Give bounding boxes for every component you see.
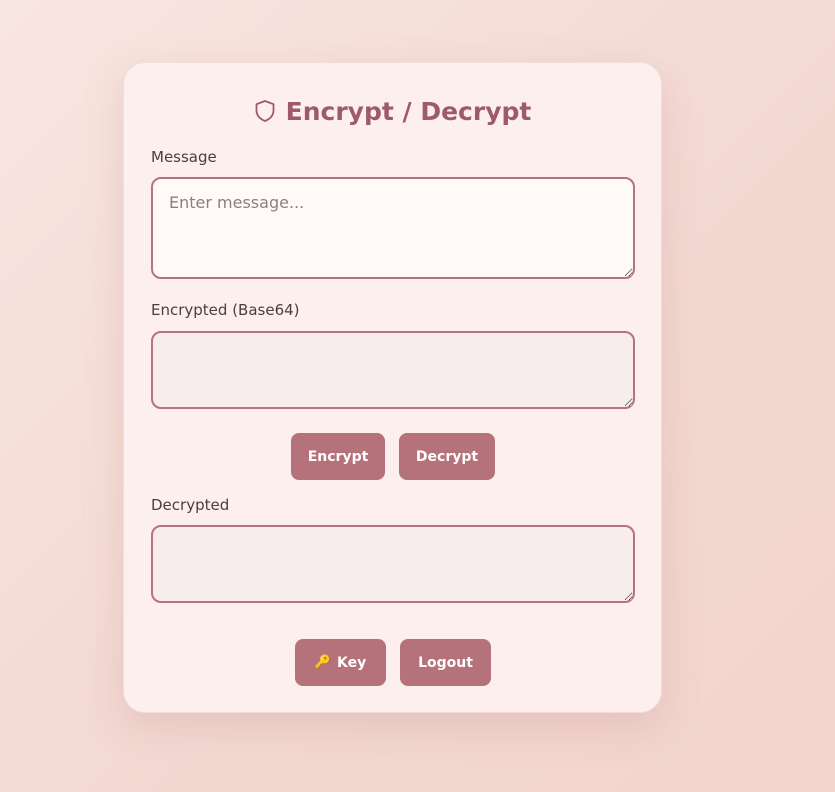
decrypt-button[interactable]: Decrypt bbox=[399, 433, 495, 480]
message-label: Message bbox=[151, 148, 217, 166]
logout-button[interactable]: Logout bbox=[400, 639, 491, 686]
page-title-text: Encrypt / Decrypt bbox=[285, 96, 532, 126]
key-icon: 🔑 bbox=[314, 655, 331, 670]
key-button[interactable]: 🔑 Key bbox=[295, 639, 386, 686]
encrypted-label: Encrypted (Base64) bbox=[151, 301, 300, 319]
decrypted-label: Decrypted bbox=[151, 496, 230, 514]
message-input[interactable] bbox=[151, 177, 635, 279]
encrypt-button[interactable]: Encrypt bbox=[291, 433, 385, 480]
decrypted-output[interactable] bbox=[151, 525, 635, 603]
page-title: Encrypt / Decrypt bbox=[124, 93, 661, 129]
logout-button-label: Logout bbox=[418, 654, 473, 671]
shield-icon bbox=[254, 99, 276, 123]
encrypted-output[interactable] bbox=[151, 331, 635, 409]
decrypt-button-label: Decrypt bbox=[415, 448, 479, 465]
encrypt-button-label: Encrypt bbox=[307, 448, 369, 465]
encrypt-decrypt-card: Encrypt / Decrypt Message Encrypted (Bas… bbox=[123, 62, 662, 713]
key-button-label: Key bbox=[336, 654, 367, 671]
